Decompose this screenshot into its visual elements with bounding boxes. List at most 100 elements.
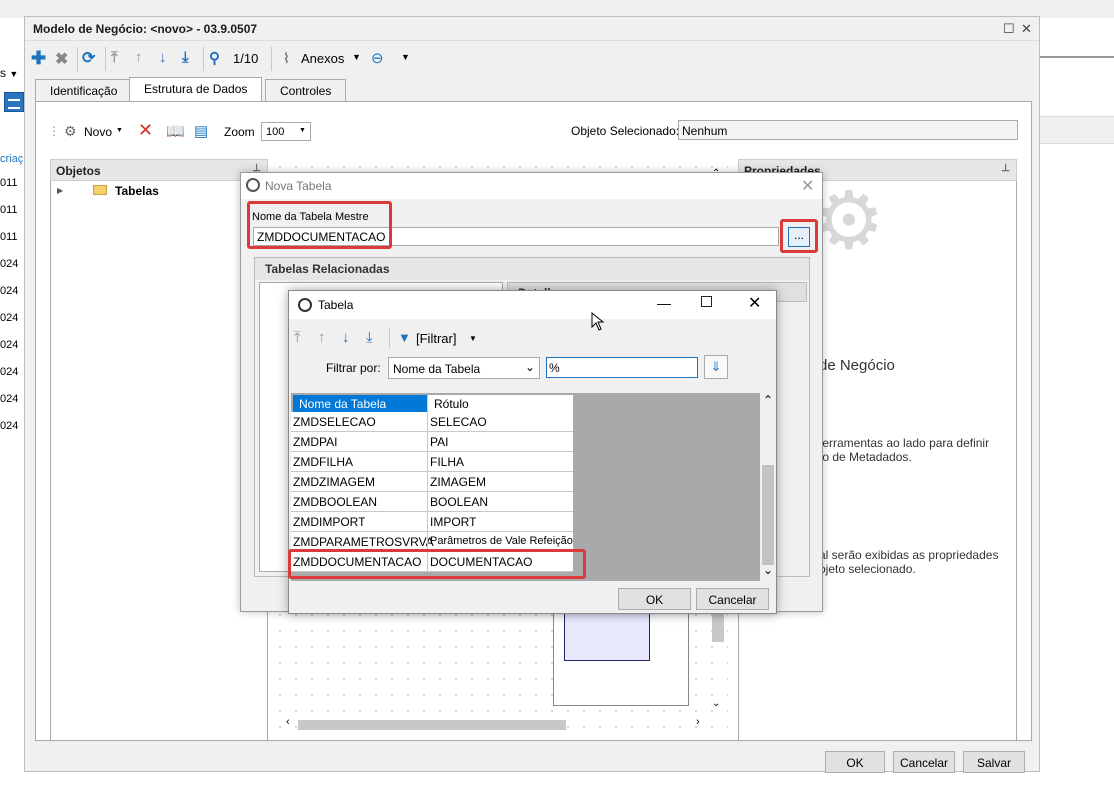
scrollbar-thumb[interactable] bbox=[762, 465, 774, 565]
close-icon[interactable]: ✕ bbox=[748, 293, 761, 313]
window-title: Modelo de Negócio: <novo> - 03.9.0507 bbox=[33, 22, 258, 36]
pin-icon[interactable]: ⊥ bbox=[1001, 163, 1010, 174]
new-object-icon[interactable]: ⚙ bbox=[64, 123, 77, 140]
column-header-table-name[interactable]: Nome da Tabela bbox=[293, 395, 427, 412]
highlight-box bbox=[780, 219, 818, 253]
next-record-icon[interactable]: ↓ bbox=[159, 49, 167, 66]
chevron-down-icon[interactable]: ▼ bbox=[116, 127, 123, 134]
folder-icon bbox=[93, 185, 107, 195]
chevron-down-icon[interactable]: ▼ bbox=[401, 52, 410, 62]
cancel-button[interactable]: Cancelar bbox=[696, 588, 769, 610]
background-row: 024 bbox=[0, 393, 19, 405]
add-icon[interactable]: ✚ bbox=[31, 48, 46, 69]
cell-label: SELECAO bbox=[430, 415, 487, 429]
chevron-down-icon: ▼ bbox=[299, 127, 306, 134]
remove-icon[interactable]: ✕ bbox=[138, 120, 153, 141]
background-divider bbox=[1040, 56, 1114, 58]
dialog-title: Nova Tabela bbox=[265, 179, 332, 193]
selected-object-field: Nenhum bbox=[678, 120, 1018, 140]
table-row[interactable]: ZMDSELECAO SELECAO bbox=[291, 412, 573, 432]
tab-estrutura-de-dados[interactable]: Estrutura de Dados bbox=[129, 77, 263, 102]
maximize-icon[interactable] bbox=[701, 296, 712, 307]
refresh-icon[interactable]: ⟳ bbox=[82, 48, 95, 68]
close-icon[interactable]: ✕ bbox=[801, 176, 814, 196]
save-button[interactable]: Salvar bbox=[963, 751, 1025, 773]
tab-identificacao[interactable]: Identificação bbox=[35, 79, 133, 101]
table-row[interactable]: ZMDPAI PAI bbox=[291, 432, 573, 452]
cell-label: Parâmetros de Vale Refeição bbox=[430, 535, 573, 547]
selected-object-label: Objeto Selecionado: bbox=[571, 124, 680, 138]
highlight-box bbox=[288, 549, 586, 579]
apply-filter-icon[interactable]: ⇓ bbox=[704, 355, 728, 379]
scroll-up-icon[interactable]: ⌃ bbox=[763, 393, 773, 407]
cell-label: PAI bbox=[430, 435, 449, 449]
table-row[interactable]: ZMDFILHA FILHA bbox=[291, 452, 573, 472]
filter-value-input[interactable]: % bbox=[546, 357, 698, 378]
table-row[interactable]: ZMDZIMAGEM ZIMAGEM bbox=[291, 472, 573, 492]
column-header-label[interactable]: Rótulo bbox=[427, 395, 573, 412]
chevron-down-icon[interactable]: ▼ bbox=[352, 52, 361, 62]
cell-table-name: ZMDBOOLEAN bbox=[293, 495, 378, 509]
background-row: 011 bbox=[0, 177, 18, 189]
previous-record-icon[interactable]: ↑ bbox=[318, 329, 326, 346]
vertical-scrollbar-thumb[interactable] bbox=[712, 612, 724, 642]
close-icon[interactable]: ✕ bbox=[1021, 21, 1032, 37]
column-divider bbox=[427, 412, 428, 572]
paperclip-icon[interactable]: ⌇ bbox=[283, 50, 290, 67]
ok-button[interactable]: OK bbox=[618, 588, 691, 610]
vertical-scrollbar[interactable]: ⌃ ⌄ bbox=[760, 393, 776, 581]
filter-button[interactable]: [Filtrar] bbox=[416, 331, 456, 346]
last-record-icon[interactable]: ⤓ bbox=[182, 49, 189, 66]
ok-button[interactable]: OK bbox=[825, 751, 885, 773]
background-row: 024 bbox=[0, 420, 19, 432]
background-row: 024 bbox=[0, 258, 19, 270]
zoom-value: 100 bbox=[266, 126, 285, 138]
filter-icon[interactable]: ▼ bbox=[398, 330, 411, 345]
gear-icon: ⚙ bbox=[813, 176, 885, 265]
highlight-box bbox=[247, 201, 392, 249]
search-icon[interactable]: ⚲ bbox=[209, 49, 220, 67]
minimize-icon[interactable]: — bbox=[657, 295, 671, 311]
first-record-icon[interactable]: ⤒ bbox=[111, 49, 118, 66]
window-titlebar: Modelo de Negócio: <novo> - 03.9.0507 ☐ … bbox=[25, 17, 1039, 41]
document-icon[interactable]: ▤ bbox=[194, 122, 208, 140]
delete-icon[interactable]: ✖ bbox=[55, 49, 68, 69]
scroll-right-icon[interactable]: › bbox=[696, 716, 700, 728]
app-icon bbox=[246, 178, 260, 192]
toolbar-separator bbox=[271, 47, 272, 71]
objects-tree: ▶ Tabelas bbox=[50, 181, 268, 741]
maximize-icon[interactable]: ☐ bbox=[1003, 21, 1015, 37]
chevron-down-icon[interactable]: ▼ bbox=[469, 334, 477, 343]
attachments-button[interactable]: Anexos bbox=[301, 51, 344, 66]
dialog-titlebar: Tabela — ✕ bbox=[289, 291, 776, 319]
first-record-icon[interactable]: ⤒ bbox=[294, 329, 301, 346]
tab-controles[interactable]: Controles bbox=[265, 79, 347, 101]
database-icon[interactable]: ⊖ bbox=[371, 49, 384, 67]
background-row: criaç bbox=[0, 153, 24, 165]
book-icon[interactable]: 📖 bbox=[166, 122, 185, 140]
toolbar-separator bbox=[389, 327, 390, 349]
last-record-icon[interactable]: ⤓ bbox=[366, 329, 373, 346]
background-button-icon[interactable] bbox=[4, 92, 24, 112]
scroll-down-icon[interactable]: ⌄ bbox=[763, 563, 773, 577]
expand-icon[interactable]: ▶ bbox=[57, 186, 63, 195]
related-tables-title: Tabelas Relacionadas bbox=[265, 262, 390, 276]
zoom-select[interactable]: 100 ▼ bbox=[261, 122, 311, 141]
new-button[interactable]: Novo bbox=[84, 125, 112, 139]
background-tab-fragment[interactable]: s ▼ bbox=[0, 66, 18, 80]
properties-help-text: al serão exibidas as propriedades bbox=[819, 548, 999, 562]
table-row[interactable]: ZMDBOOLEAN BOOLEAN bbox=[291, 492, 573, 512]
background-row: 011 bbox=[0, 204, 18, 216]
filter-field-select[interactable]: Nome da Tabela ⌄ bbox=[388, 357, 540, 379]
scroll-left-icon[interactable]: ‹ bbox=[286, 716, 290, 728]
previous-record-icon[interactable]: ↑ bbox=[135, 49, 143, 66]
tree-node-tabelas[interactable]: Tabelas bbox=[115, 184, 159, 198]
properties-help-text: to de Metadados. bbox=[819, 450, 912, 464]
toolbar-grip: ⋮ bbox=[48, 124, 60, 138]
next-record-icon[interactable]: ↓ bbox=[342, 329, 350, 346]
cancel-button[interactable]: Cancelar bbox=[893, 751, 955, 773]
table-row[interactable]: ZMDIMPORT IMPORT bbox=[291, 512, 573, 532]
scroll-down-icon[interactable]: ⌄ bbox=[712, 698, 720, 709]
properties-help-text: ferramentas ao lado para definir bbox=[819, 436, 990, 450]
horizontal-scrollbar-thumb[interactable] bbox=[298, 720, 566, 730]
